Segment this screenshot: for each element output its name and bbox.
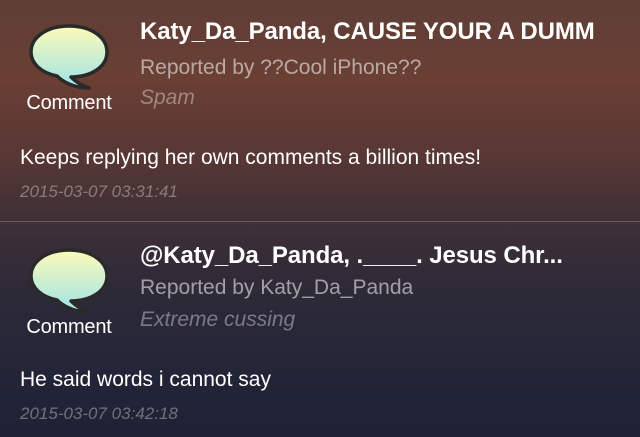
report-item[interactable]: Comment @Katy_Da_Panda, .____. Jesus Chr…: [0, 222, 640, 437]
speech-bubble-icon: [29, 24, 109, 90]
report-message: He said words i cannot say: [20, 368, 271, 391]
comment-button[interactable]: Comment: [18, 22, 120, 115]
report-item[interactable]: Comment Katy_Da_Panda, CAUSE YOUR A DUMM…: [0, 0, 640, 222]
report-title: @Katy_Da_Panda, .____. Jesus Chr...: [140, 242, 563, 269]
reporter-text: Reported by Katy_Da_Panda: [140, 276, 414, 299]
report-timestamp: 2015-03-07 03:31:41: [20, 182, 178, 201]
reporter-text: Reported by ??Cool iPhone??: [140, 56, 422, 79]
comment-label: Comment: [26, 316, 112, 338]
report-timestamp: 2015-03-07 03:42:18: [20, 404, 178, 423]
report-reason: Extreme cussing: [140, 308, 296, 331]
report-reason: Spam: [140, 86, 195, 109]
comment-button[interactable]: Comment: [18, 246, 120, 339]
report-title: Katy_Da_Panda, CAUSE YOUR A DUMM: [140, 18, 595, 45]
comment-label: Comment: [26, 92, 112, 114]
report-message: Keeps replying her own comments a billio…: [20, 146, 482, 169]
speech-bubble-icon: [29, 248, 109, 314]
